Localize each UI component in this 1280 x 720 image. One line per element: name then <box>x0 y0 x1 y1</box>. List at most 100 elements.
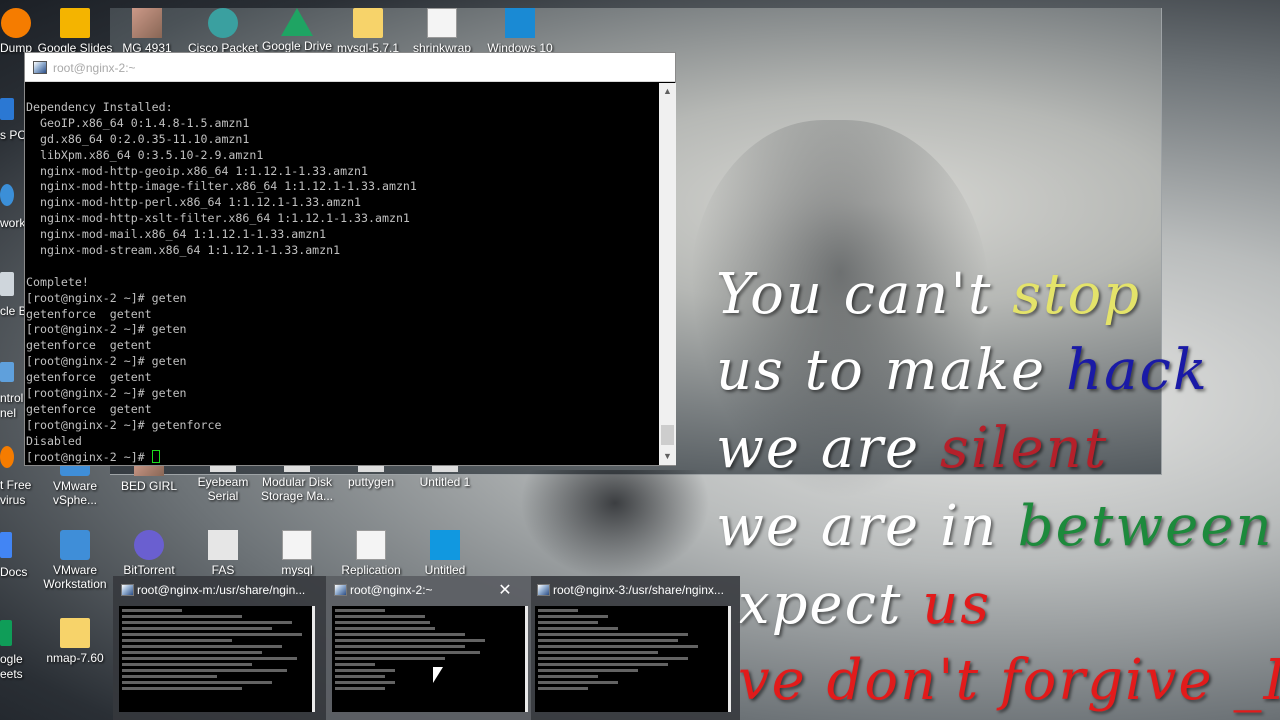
desktop-icon-this-pc-label[interactable]: s PC <box>0 128 26 142</box>
desktop-icon-network-label[interactable]: work <box>0 216 25 230</box>
desktop-icon-label: Modular Disk Storage Ma... <box>260 475 334 503</box>
terminal-line: getenforce getent <box>26 338 152 353</box>
close-icon[interactable]: ✕ <box>494 580 516 602</box>
desktop-icon-control-panel-label-2[interactable]: nel <box>0 406 16 420</box>
wallpaper-text-fragment: xpect <box>738 572 923 637</box>
wallpaper-text-fragment: us to make <box>716 338 1066 403</box>
wallpaper-text-highlight: stop <box>1012 262 1142 327</box>
wallpaper-text-fragment: we are <box>716 416 940 481</box>
desktop-icon-antivirus-label-2[interactable]: virus <box>0 493 25 507</box>
preview-screen <box>535 606 731 712</box>
desktop-icon-untitled[interactable]: Untitled <box>405 530 485 577</box>
desktop-icon-label: puttygen <box>347 475 395 489</box>
desktop-icon-nmap[interactable]: nmap-7.60 <box>35 618 115 665</box>
wallpaper-text-line-4: we are in between <box>716 494 1274 559</box>
desktop-icon-bittorrent[interactable]: BitTorrent <box>109 530 189 577</box>
desktop-icon-fas[interactable]: FAS <box>183 530 263 577</box>
terminal-line: nginx-mod-stream.x86_64 1:1.12.1-1.33.am… <box>26 243 341 258</box>
terminal-prompt: [root@nginx-2 ~]# <box>26 449 152 464</box>
desktop-icon-label: nmap-7.60 <box>46 651 104 665</box>
desktop-icon-control-panel-label[interactable]: ntrol <box>0 391 23 405</box>
desktop-icon-google-sheets-label-2[interactable]: eets <box>0 667 23 681</box>
putty-icon <box>33 61 47 74</box>
desktop-icon-antivirus-label[interactable]: t Free <box>0 478 31 492</box>
desktop-icon-mg-4931[interactable]: MG 4931 <box>107 8 187 55</box>
app-icon <box>1 8 31 38</box>
scroll-down-icon[interactable]: ▼ <box>659 448 676 465</box>
desktop-icon-google-docs-label[interactable]: Docs <box>0 565 27 579</box>
putty-icon <box>334 584 347 596</box>
terminal-line: gd.x86_64 0:2.0.35-11.10.amzn1 <box>26 131 250 146</box>
putty-icon <box>537 584 550 596</box>
preview-title: root@nginx-3:/usr/share/nginx... <box>553 583 724 597</box>
wallpaper-text-highlight: silent <box>939 416 1109 481</box>
scrollbar-thumb[interactable] <box>661 425 674 445</box>
desktop-icon-shrinkwrap[interactable]: shrinkwrap <box>402 8 482 55</box>
folder-icon <box>353 8 383 38</box>
wallpaper-text-highlight: hack <box>1066 338 1209 403</box>
terminal-cursor <box>151 449 160 463</box>
terminal-line: nginx-mod-http-xslt-filter.x86_64 1:1.12… <box>26 211 410 226</box>
putty-window[interactable]: root@nginx-2:~ Dependency Installed: Geo… <box>24 52 676 466</box>
taskbar-preview[interactable]: root@nginx-3:/usr/share/nginx... <box>529 576 734 720</box>
terminal-output[interactable]: Dependency Installed: GeoIP.x86_64 0:1.4… <box>25 83 659 465</box>
terminal-line: [root@nginx-2 ~]# getenforce <box>26 417 222 432</box>
document-icon <box>427 8 457 38</box>
desktop-icon-label: mysql <box>281 563 313 577</box>
taskbar-preview-active[interactable]: root@nginx-2:~ ✕ <box>326 576 531 720</box>
terminal-line: [root@nginx-2 ~]# geten <box>26 386 187 401</box>
terminal-line: Disabled <box>26 433 82 448</box>
wallpaper-text-line-6: ve don't forgive _I_ <box>738 648 1280 713</box>
slides-icon <box>60 8 90 38</box>
desktop-icon-mysql[interactable]: mysql <box>257 530 337 577</box>
preview-screen <box>332 606 528 712</box>
terminal-line: libXpm.x86_64 0:3.5.10-2.9.amzn1 <box>26 147 264 162</box>
network-icon <box>0 184 14 206</box>
desktop-icon-eyebeam-serial[interactable]: Eyebeam Serial <box>183 462 263 503</box>
desktop-icon-google-sheets-label[interactable]: ogle <box>0 652 23 666</box>
terminal-scrollbar[interactable]: ▲ ▼ <box>659 83 676 465</box>
photo-icon <box>132 8 162 38</box>
desktop-icon-modular-disk[interactable]: Modular Disk Storage Ma... <box>257 462 337 503</box>
document-icon <box>356 530 386 560</box>
wallpaper-text-line-5: xpect us <box>738 572 991 637</box>
desktop-icon-label: BED GIRL <box>120 479 177 493</box>
terminal-line: nginx-mod-http-perl.x86_64 1:1.12.1-1.33… <box>26 195 362 210</box>
desktop-icon-label: BitTorrent <box>123 563 175 577</box>
desktop-icon-vmware-vsphere[interactable]: VMware vSphe... <box>35 462 115 507</box>
desktop-icon-google-drive[interactable]: Google Drive <box>257 8 337 53</box>
wallpaper-text-highlight: us <box>922 572 992 637</box>
sheets-icon <box>0 620 12 646</box>
wallpaper-text-fragment: You can't <box>716 262 1013 327</box>
putty-icon <box>121 584 134 596</box>
terminal-prompt-line[interactable]: [root@nginx-2 ~]# <box>26 449 659 465</box>
app-icon <box>208 530 238 560</box>
terminal-line: [root@nginx-2 ~]# geten <box>26 290 187 305</box>
scroll-up-icon[interactable]: ▲ <box>659 83 676 100</box>
terminal-line: nginx-mod-mail.x86_64 1:1.12.1-1.33.amzn… <box>26 227 327 242</box>
terminal-line: getenforce getent <box>26 306 152 321</box>
window-titlebar[interactable]: root@nginx-2:~ <box>25 53 675 82</box>
desktop-icon-vmware-workstation[interactable]: VMware Workstation <box>35 530 115 591</box>
desktop-icon-label: Untitled 1 <box>419 475 471 489</box>
desktop-icon-label: VMware Workstation <box>43 563 107 591</box>
wallpaper-text-line-1: You can't stop <box>716 262 1141 327</box>
control-panel-icon <box>0 362 14 382</box>
wallpaper-text-highlight: between <box>1017 494 1274 559</box>
desktop-icon-google-slides[interactable]: Google Slides <box>35 8 115 55</box>
desktop-icon-bed-girl[interactable]: BED GIRL <box>109 462 189 493</box>
preview-title: root@nginx-m:/usr/share/ngin... <box>137 583 306 597</box>
terminal-line: getenforce getent <box>26 401 152 416</box>
desktop-icon-untitled-1[interactable]: Untitled 1 <box>405 462 485 489</box>
desktop-icon-puttygen[interactable]: puttygen <box>331 462 411 489</box>
window-title: root@nginx-2:~ <box>53 61 136 75</box>
desktop-icon-cisco-packet[interactable]: Cisco Packet <box>183 8 263 55</box>
desktop-icon-mysql-5-7-1[interactable]: mysql-5.7.1 <box>328 8 408 55</box>
desktop-icon-replication[interactable]: Replication <box>331 530 411 577</box>
desktop-icon-windows-10[interactable]: Windows 10 <box>480 8 560 55</box>
terminal-line: nginx-mod-http-image-filter.x86_64 1:1.1… <box>26 179 417 194</box>
desktop: Dump Google Slides MG 4931 Cisco Packet … <box>0 0 1280 720</box>
desktop-icon-label: Google Drive <box>261 39 333 53</box>
taskbar-preview[interactable]: root@nginx-m:/usr/share/ngin... <box>113 576 318 720</box>
